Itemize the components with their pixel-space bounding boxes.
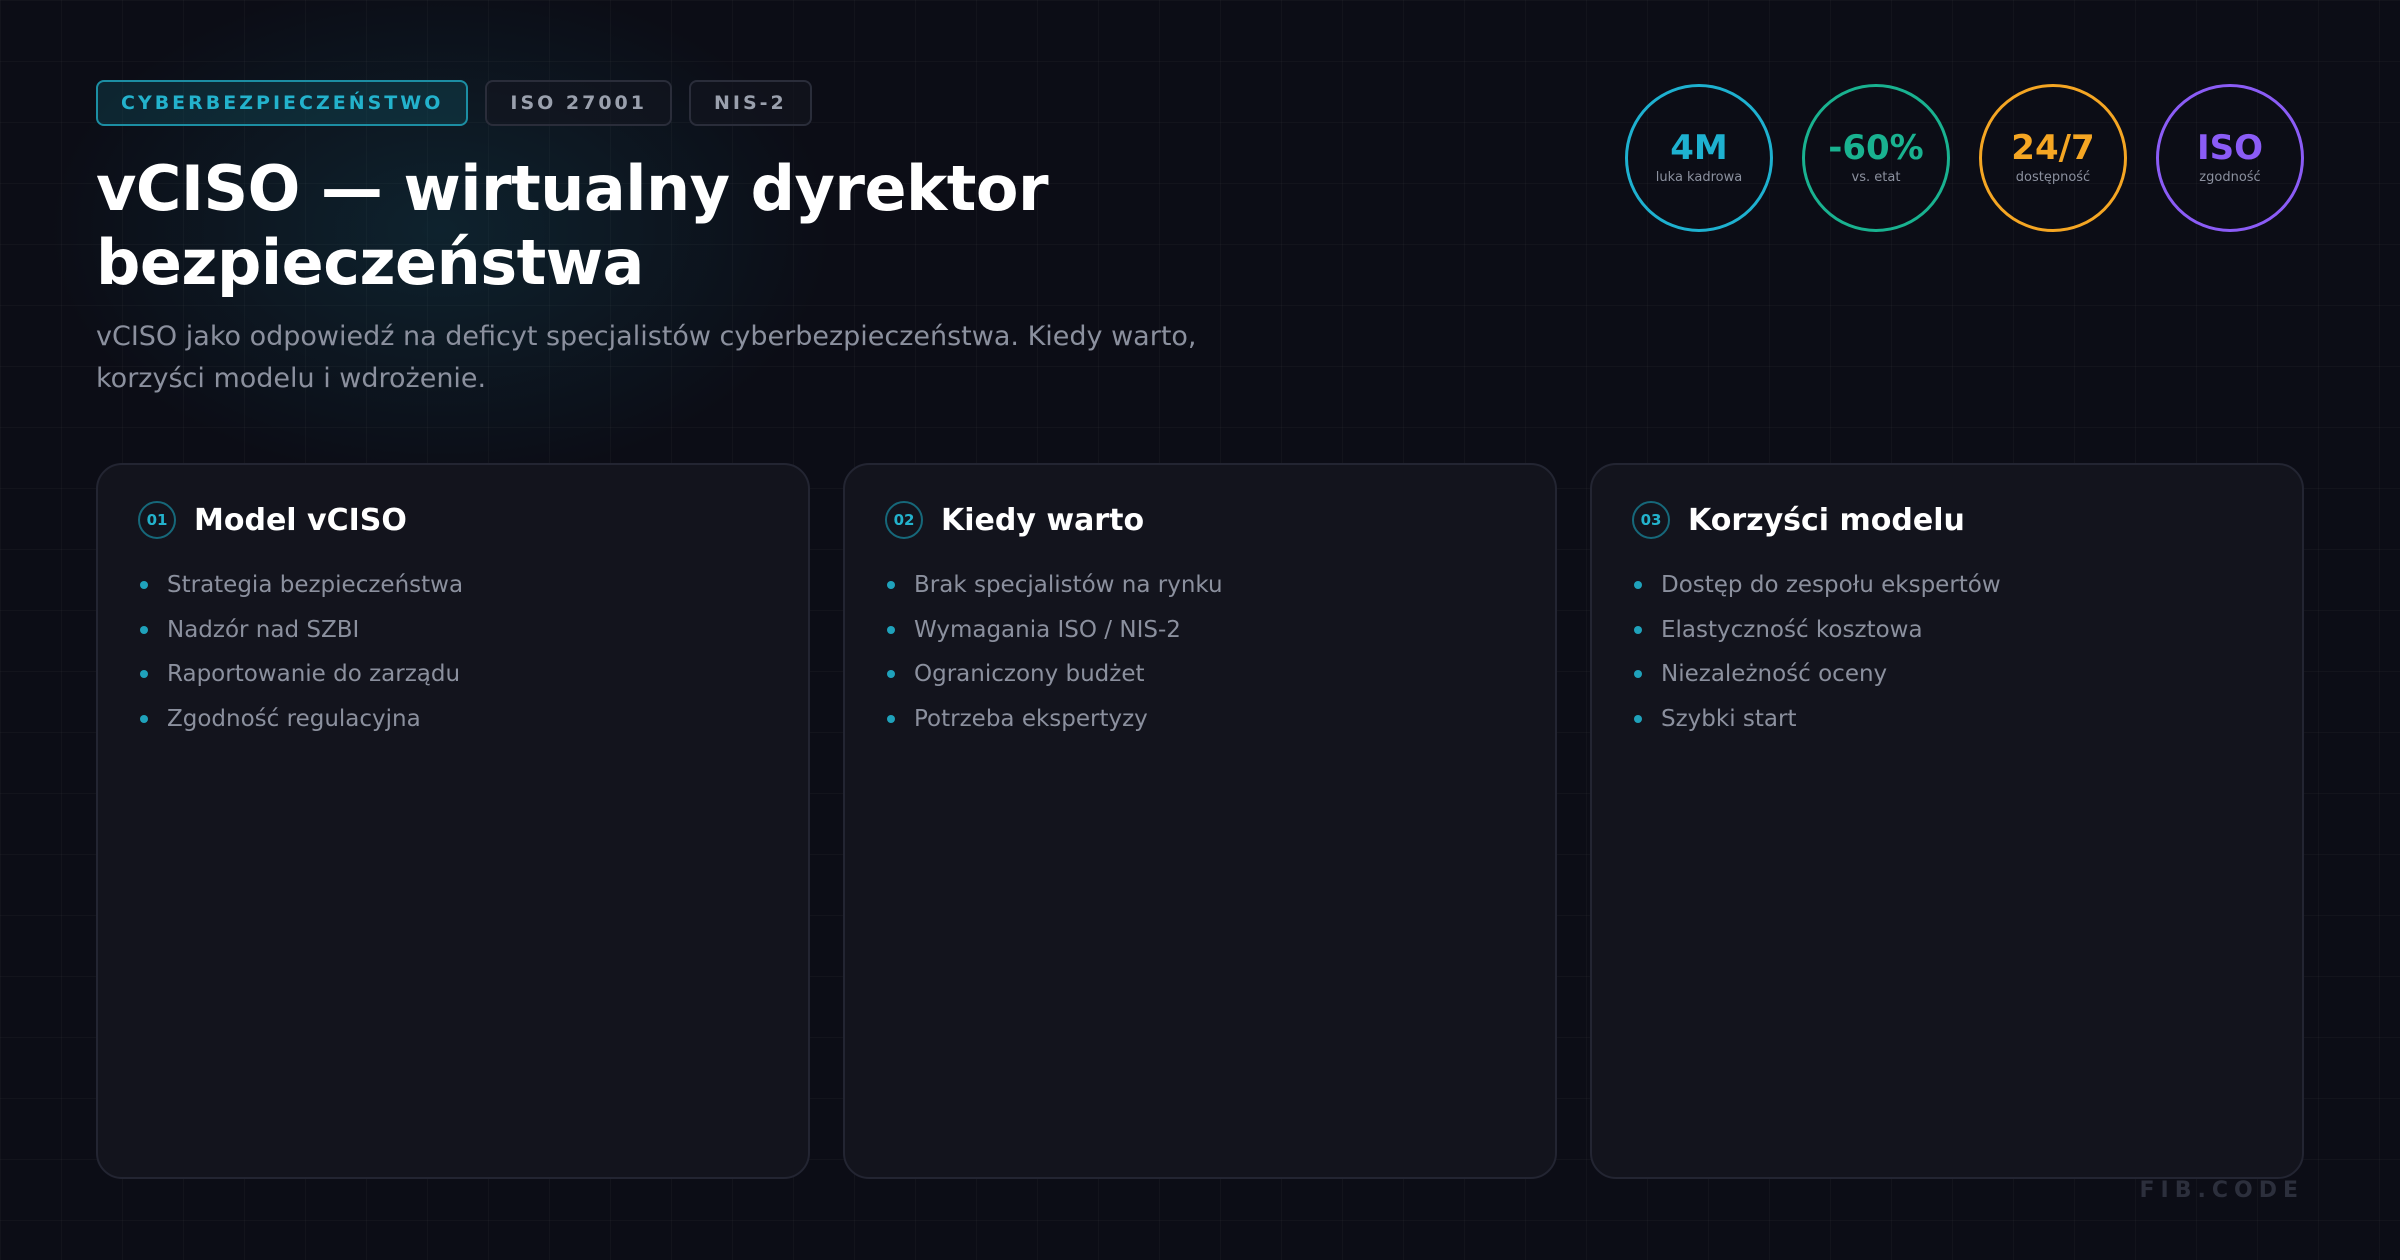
list-item: Potrzeba ekspertyzy — [885, 697, 1515, 742]
list-item: Niezależność oceny — [1632, 652, 2262, 697]
list-item-text: Niezależność oceny — [1661, 661, 1888, 688]
stat-value: 4M — [1670, 128, 1728, 168]
list-item-text: Raportowanie do zarządu — [167, 661, 461, 688]
list-item: Brak specjalistów na rynku — [885, 563, 1515, 608]
list-item-text: Brak specjalistów na rynku — [914, 572, 1223, 599]
list-item: Elastyczność kosztowa — [1632, 608, 2262, 653]
tag-list: CYBERBEZPIECZEŃSTWO ISO 27001 NIS-2 — [96, 80, 812, 126]
bullet-dot-icon — [1634, 714, 1642, 723]
bullet-dot-icon — [1634, 625, 1642, 634]
bullet-dot-icon — [887, 714, 895, 723]
list-item: Strategia bezpieczeństwa — [138, 563, 768, 608]
card-title: Kiedy warto — [941, 502, 1145, 538]
bullet-dot-icon — [887, 670, 895, 679]
bullet-dot-icon — [140, 625, 148, 634]
list-item: Zgodność regulacyjna — [138, 697, 768, 742]
card-korzysci-modelu: 03 Korzyści modelu Dostęp do zespołu eks… — [1590, 463, 2304, 1179]
card-model-vciso: 01 Model vCISO Strategia bezpieczeństwa … — [96, 463, 810, 1179]
page-subtitle: vCISO jako odpowiedź na deficyt specjali… — [96, 321, 1197, 394]
list-item-text: Strategia bezpieczeństwa — [167, 572, 464, 599]
stat-value: 24/7 — [2011, 128, 2095, 168]
stat-label: zgodność — [2199, 170, 2261, 185]
bullet-dot-icon — [140, 714, 148, 723]
list-item: Ograniczony budżet — [885, 652, 1515, 697]
stat-value: -60% — [1828, 128, 1924, 168]
tag-iso-27001: ISO 27001 — [485, 80, 672, 126]
list-item: Wymagania ISO / NIS-2 — [885, 608, 1515, 653]
stat-talent-gap: 4M luka kadrowa — [1625, 84, 1773, 232]
tag-cyberbezpieczenstwo: CYBERBEZPIECZEŃSTWO — [96, 80, 469, 126]
stat-value: ISO — [2196, 128, 2264, 168]
list-item-text: Wymagania ISO / NIS-2 — [914, 616, 1181, 643]
card-number-badge: 03 — [1632, 501, 1670, 539]
stat-label: dostępność — [2015, 170, 2091, 185]
bullet-dot-icon — [887, 625, 895, 634]
card-title: Korzyści modelu — [1688, 502, 1965, 538]
stats-row: 4M luka kadrowa -60% vs. etat 24/7 dostę… — [1625, 84, 2304, 232]
stat-cost-saving: -60% vs. etat — [1802, 84, 1950, 232]
tag-nis-2: NIS-2 — [689, 80, 812, 126]
list-item-text: Elastyczność kosztowa — [1661, 616, 1923, 643]
list-item: Dostęp do zespołu ekspertów — [1632, 563, 2262, 608]
list-item-text: Dostęp do zespołu ekspertów — [1661, 572, 2001, 599]
stat-compliance: ISO zgodność — [2156, 84, 2304, 232]
list-item-text: Potrzeba ekspertyzy — [914, 705, 1148, 732]
list-item-text: Zgodność regulacyjna — [167, 705, 421, 732]
card-number-badge: 02 — [885, 501, 923, 539]
bullet-dot-icon — [1634, 581, 1642, 590]
card-title: Model vCISO — [194, 502, 407, 538]
bullet-dot-icon — [1634, 670, 1642, 679]
bullet-dot-icon — [887, 581, 895, 590]
stat-label: vs. etat — [1851, 170, 1901, 185]
bullet-dot-icon — [140, 581, 148, 590]
stat-label: luka kadrowa — [1655, 170, 1743, 185]
page-title: vCISO — wirtualny dyrektor bezpieczeństw… — [96, 152, 1049, 299]
list-item: Szybki start — [1632, 697, 2262, 742]
stat-availability: 24/7 dostępność — [1979, 84, 2127, 232]
list-item: Nadzór nad SZBI — [138, 608, 768, 653]
bullet-dot-icon — [140, 670, 148, 679]
card-list: Brak specjalistów na rynku Wymagania ISO… — [885, 563, 1515, 741]
list-item-text: Ograniczony budżet — [914, 661, 1145, 688]
card-list: Dostęp do zespołu ekspertów Elastyczność… — [1632, 563, 2262, 741]
card-header: 03 Korzyści modelu — [1632, 501, 2262, 539]
card-kiedy-warto: 02 Kiedy warto Brak specjalistów na rynk… — [843, 463, 1557, 1179]
card-grid: 01 Model vCISO Strategia bezpieczeństwa … — [96, 463, 2304, 1179]
list-item-text: Nadzór nad SZBI — [167, 616, 360, 643]
card-header: 01 Model vCISO — [138, 501, 768, 539]
list-item: Raportowanie do zarządu — [138, 652, 768, 697]
brand-logo: FIB.CODE — [2139, 1178, 2304, 1203]
card-list: Strategia bezpieczeństwa Nadzór nad SZBI… — [138, 563, 768, 741]
card-number-badge: 01 — [138, 501, 176, 539]
card-header: 02 Kiedy warto — [885, 501, 1515, 539]
list-item-text: Szybki start — [1661, 705, 1797, 732]
